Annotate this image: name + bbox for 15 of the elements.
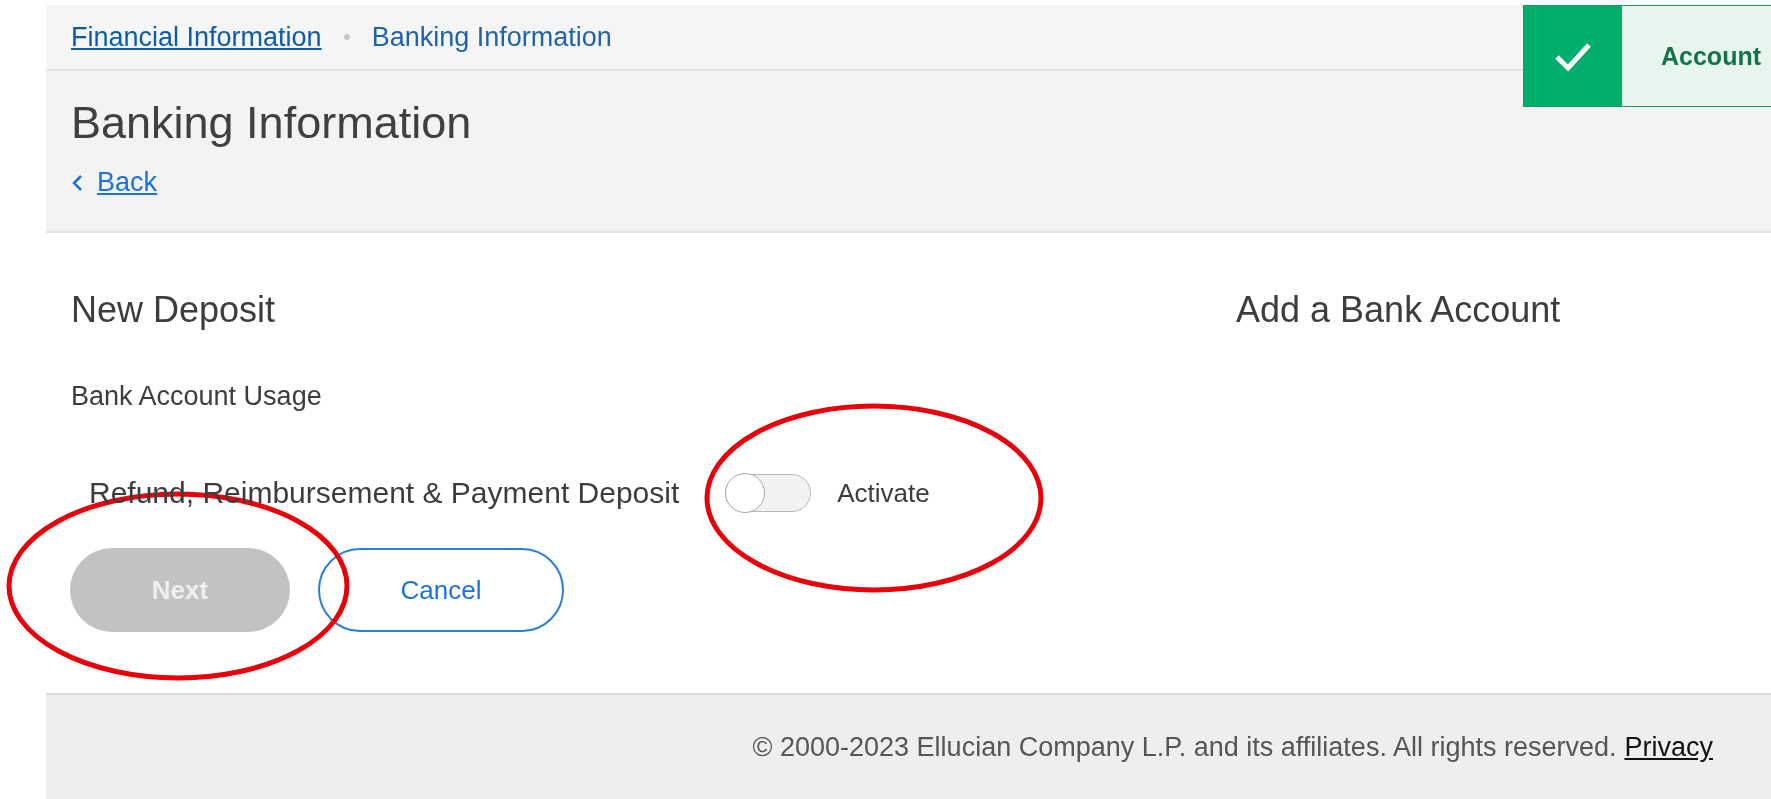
toast-message: Account	[1661, 41, 1761, 71]
toggle-label: Activate	[837, 477, 930, 509]
copyright-text: © 2000-2023 Ellucian Company L.P. and its affiliates. All rights reserved.	[752, 731, 1617, 763]
chevron-left-icon[interactable]	[71, 173, 83, 192]
usage-label: Bank Account Usage	[71, 381, 323, 412]
breadcrumb-separator-icon	[343, 34, 350, 40]
section-title: New Deposit	[71, 289, 277, 331]
back-link[interactable]: Back	[97, 167, 158, 198]
activate-toggle[interactable]	[725, 474, 812, 512]
breadcrumb-link[interactable]: Financial Information	[71, 21, 322, 53]
page-title: Banking Information	[71, 97, 473, 149]
privacy-link[interactable]: Privacy	[1624, 731, 1713, 763]
side-title: Add a Bank Account	[1236, 289, 1562, 331]
cancel-button[interactable]: Cancel	[318, 548, 564, 632]
breadcrumb-current[interactable]: Banking Information	[371, 21, 612, 53]
